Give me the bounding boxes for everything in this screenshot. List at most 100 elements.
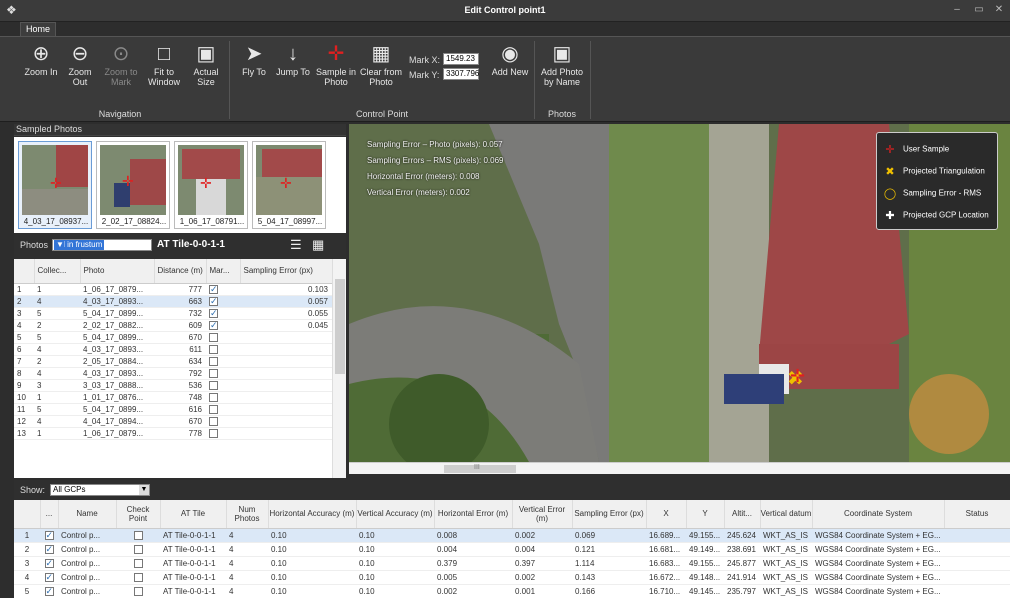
marked-checkbox[interactable] — [209, 332, 218, 342]
marked-checkbox[interactable] — [209, 308, 218, 318]
marked-checkbox[interactable] — [209, 296, 218, 306]
check-point-cell — [116, 570, 160, 585]
scrollbar-thumb[interactable] — [335, 279, 345, 374]
table-row[interactable]: 9 3 3_03_17_0888... 536 — [14, 379, 332, 392]
marked-checkbox[interactable] — [209, 356, 218, 366]
zoom-in-button[interactable]: ⊕ Zoom In — [24, 41, 58, 77]
zoom-to-mark-button[interactable]: ⊙ Zoom to Mark — [102, 41, 140, 87]
column-header[interactable]: Y — [686, 500, 725, 529]
gcp-location-icon: ✚ — [885, 210, 895, 222]
photos-table-scrollbar[interactable] — [332, 259, 346, 478]
table-row[interactable]: 3Control p...AT Tile-0-0-1-140.100.100.3… — [14, 556, 1010, 571]
enabled-checkbox[interactable] — [44, 586, 54, 597]
table-row[interactable]: 355_04_17_0899...732 0.055 — [14, 307, 332, 320]
column-header[interactable]: Sampling Error (px) — [240, 259, 333, 284]
marked-checkbox[interactable] — [209, 284, 218, 294]
photo-view-scrollbar[interactable]: III — [349, 462, 1010, 474]
column-header[interactable]: Vertical Accuracy (m) — [356, 500, 435, 529]
photo-thumbnail[interactable]: ✛ 2_02_17_08824... — [96, 141, 170, 229]
row-number: 10 — [14, 391, 34, 404]
column-header[interactable]: Photo — [80, 259, 155, 284]
clear-from-photo-button[interactable]: ▦ Clear from Photo — [358, 41, 404, 87]
table-row[interactable]: 6 4 4_03_17_0893... 611 — [14, 343, 332, 356]
column-header[interactable]: Altit... — [724, 500, 761, 529]
table-row[interactable]: 2Control p...AT Tile-0-0-1-140.100.100.0… — [14, 542, 1010, 557]
marked-checkbox[interactable] — [209, 368, 218, 378]
column-header[interactable]: Status — [944, 500, 1010, 529]
marked-checkbox[interactable] — [209, 416, 218, 426]
mark-x-field[interactable]: 1549.23 — [443, 53, 479, 65]
column-header[interactable]: Sampling Error (px) — [572, 500, 647, 529]
column-header[interactable]: Vertical Error (m) — [512, 500, 573, 529]
maximize-icon[interactable]: ▭ — [970, 4, 988, 15]
column-header[interactable]: Name — [58, 500, 117, 529]
table-row[interactable]: 12 4 4_04_17_0894... 670 — [14, 415, 332, 428]
close-icon[interactable]: ✕ — [990, 4, 1008, 15]
column-header[interactable]: Coordinate System — [812, 500, 945, 529]
table-row[interactable]: 5 5 5_04_17_0899... 670 — [14, 331, 332, 344]
scrollbar-thumb[interactable]: III — [444, 464, 516, 473]
row-number: 5 — [14, 584, 40, 598]
photo-thumbnail[interactable]: ✛ 4_03_17_08937... — [18, 141, 92, 229]
marked-checkbox[interactable] — [209, 404, 218, 414]
photo-thumbnail[interactable]: ✛ 5_04_17_08997... — [252, 141, 326, 229]
column-header[interactable]: Distance (m) — [154, 259, 207, 284]
photo-thumbnail[interactable]: ✛ 1_06_17_08791... — [174, 141, 248, 229]
column-header[interactable]: ... — [40, 500, 59, 529]
column-header[interactable]: AT Tile — [160, 500, 227, 529]
photo-view[interactable]: Sampling Error – Photo (pixels): 0.057 S… — [349, 124, 1010, 462]
table-row[interactable]: 5Control p...AT Tile-0-0-1-140.100.100.0… — [14, 584, 1010, 598]
marked-checkbox[interactable] — [209, 428, 218, 438]
list-view-icon[interactable]: ☰ — [290, 238, 304, 252]
check-point-checkbox[interactable] — [133, 572, 143, 582]
add-photo-by-name-button[interactable]: ▣ Add Photo by Name — [538, 41, 586, 87]
enabled-checkbox[interactable] — [44, 572, 54, 583]
mark-y-field[interactable]: 3307.796 — [443, 68, 479, 80]
marked-checkbox[interactable] — [209, 392, 218, 402]
enabled-checkbox[interactable] — [44, 530, 54, 541]
grid-view-icon[interactable]: ▦ — [312, 238, 326, 252]
column-header[interactable]: Mar... — [206, 259, 241, 284]
marked-checkbox[interactable] — [209, 344, 218, 354]
photo-name-cell: 1_06_17_0879... — [80, 427, 154, 440]
minimize-icon[interactable]: – — [948, 4, 966, 15]
status-cell — [944, 556, 1010, 571]
column-header[interactable] — [14, 500, 41, 529]
table-row[interactable]: 8 4 4_03_17_0893... 792 — [14, 367, 332, 380]
column-header[interactable]: X — [646, 500, 687, 529]
table-row[interactable]: 1Control p...AT Tile-0-0-1-140.100.100.0… — [14, 528, 1010, 543]
column-header[interactable]: Vertical datum — [760, 500, 813, 529]
check-point-checkbox[interactable] — [133, 586, 143, 596]
tab-home[interactable]: Home — [20, 22, 57, 36]
table-row[interactable]: 11 5 5_04_17_0899... 616 — [14, 403, 332, 416]
column-header[interactable]: Check Point — [116, 500, 161, 529]
zoom-out-button[interactable]: ⊖ Zoom Out — [62, 41, 98, 87]
fit-to-window-button[interactable]: □ Fit to Window — [144, 41, 184, 87]
table-row[interactable]: 7 2 2_05_17_0884... 634 — [14, 355, 332, 368]
check-point-checkbox[interactable] — [133, 544, 143, 554]
enabled-checkbox[interactable] — [44, 558, 54, 569]
table-row[interactable]: 111_06_17_0879...7770.103 — [14, 283, 332, 296]
marked-checkbox[interactable] — [209, 380, 218, 390]
sample-in-photo-button[interactable]: ✛ Sample in Photo — [314, 41, 358, 87]
show-filter-select[interactable]: All GCPs ▼ — [50, 484, 150, 496]
jump-to-button[interactable]: ↓ Jump To — [276, 41, 310, 77]
table-row[interactable]: 422_02_17_0882...609 0.045 — [14, 319, 332, 332]
check-point-checkbox[interactable] — [133, 530, 143, 540]
add-new-button[interactable]: ◉ Add New — [490, 41, 530, 77]
column-header[interactable]: Horizontal Accuracy (m) — [268, 500, 357, 529]
table-row[interactable]: 4Control p...AT Tile-0-0-1-140.100.100.0… — [14, 570, 1010, 585]
fly-to-button[interactable]: ➤ Fly To — [238, 41, 270, 77]
column-header[interactable] — [14, 259, 35, 284]
table-row[interactable]: 10 1 1_01_17_0876... 748 — [14, 391, 332, 404]
column-header[interactable]: Horizontal Error (m) — [434, 500, 513, 529]
photos-filter-select[interactable]: All in frustum ▼ — [52, 239, 152, 251]
column-header[interactable]: Num Photos — [226, 500, 269, 529]
actual-size-button[interactable]: ▣ Actual Size — [188, 41, 224, 87]
table-row[interactable]: 13 1 1_06_17_0879... 778 — [14, 427, 332, 440]
enabled-checkbox[interactable] — [44, 544, 54, 555]
marked-checkbox[interactable] — [209, 320, 218, 330]
column-header[interactable]: Collec... — [34, 259, 81, 284]
check-point-checkbox[interactable] — [133, 558, 143, 568]
table-row[interactable]: 244_03_17_0893...663 0.057 — [14, 295, 332, 308]
